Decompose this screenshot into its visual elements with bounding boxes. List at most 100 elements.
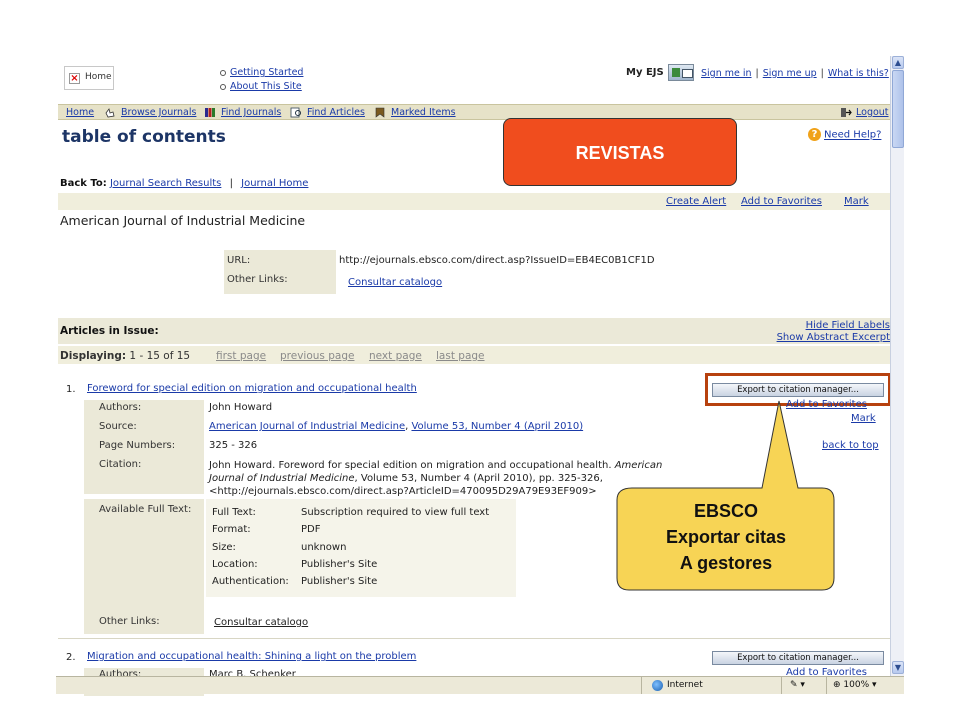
hand-icon — [105, 108, 115, 118]
consultar-catalogo-link[interactable]: Consultar catalogo — [348, 277, 442, 288]
paging-bar: Displaying: 1 - 15 of 15 first page prev… — [58, 346, 894, 364]
mark-article-link[interactable]: Mark — [851, 413, 876, 424]
nav-home[interactable]: Home — [66, 107, 94, 118]
close-icon: × — [69, 73, 80, 84]
location-value: Publisher's Site — [301, 559, 378, 570]
callout-line: Exportar citas — [665, 527, 787, 547]
nav-browse-journals[interactable]: Browse Journals — [121, 107, 196, 118]
hide-field-labels-link[interactable]: Hide Field Labels — [806, 320, 890, 331]
need-help-link[interactable]: ? Need Help? — [808, 128, 881, 141]
breadcrumb: Back To: Journal Search Results | Journa… — [60, 178, 309, 189]
bullet-icon — [220, 69, 226, 76]
article-title-link[interactable]: Foreword for special edition on migratio… — [87, 383, 417, 394]
what-is-this-link[interactable]: What is this? — [828, 68, 889, 79]
journal-search-results-link[interactable]: Journal Search Results — [110, 178, 221, 189]
last-page-link[interactable]: last page — [436, 350, 485, 362]
other-links-label: Other Links: — [227, 274, 288, 285]
security-icon[interactable]: ✎ ▾ — [790, 680, 805, 690]
url-label: URL: — [227, 255, 251, 266]
issue-url: http://ejournals.ebsco.com/direct.asp?Is… — [339, 255, 655, 266]
authors-value: John Howard — [209, 402, 273, 413]
nav-bar: Home Browse Journals Find Journals Find … — [58, 104, 894, 120]
source-issue-link[interactable]: Volume 53, Number 4 (April 2010) — [411, 421, 583, 432]
marked-items-icon — [375, 107, 385, 118]
authors-label: Authors: — [99, 402, 142, 413]
articles-heading: Articles in Issue: — [60, 325, 159, 337]
export-citation-button[interactable]: Export to citation manager... — [712, 651, 884, 665]
journal-name: American Journal of Industrial Medicine — [60, 213, 306, 228]
bullet-icon — [220, 83, 226, 90]
fulltext-label-column — [84, 499, 204, 634]
scroll-up-icon[interactable]: ▲ — [892, 56, 904, 69]
zone-label: Internet — [667, 680, 703, 690]
add-favorites-link[interactable]: Add to Favorites — [741, 196, 822, 207]
fulltext-label: Available Full Text: — [99, 504, 192, 515]
previous-page-link[interactable]: previous page — [280, 350, 354, 362]
add-to-favorites-link[interactable]: Add to Favorites — [786, 399, 867, 410]
format-value: PDF — [301, 524, 321, 535]
source-journal-link[interactable]: American Journal of Industrial Medicine — [209, 421, 405, 432]
nav-find-journals[interactable]: Find Journals — [221, 107, 281, 118]
source-label: Source: — [99, 421, 137, 432]
callout-line: A gestores — [679, 553, 773, 573]
fulltext-value: Subscription required to view full text — [301, 507, 490, 518]
ebsco-callout-text: EBSCO Exportar citas A gestores — [617, 498, 835, 576]
divider — [58, 638, 894, 639]
nav-marked-items[interactable]: Marked Items — [391, 107, 456, 118]
globe-icon — [652, 680, 663, 691]
article-title-link[interactable]: Migration and occupational health: Shini… — [87, 651, 416, 662]
journal-action-bar: Create Alert Add to Favorites Mark — [58, 193, 894, 210]
pages-label: Page Numbers: — [99, 440, 176, 451]
logout-icon — [841, 108, 852, 117]
nav-find-articles[interactable]: Find Articles — [307, 107, 365, 118]
pages-value: 325 - 326 — [209, 440, 258, 451]
show-abstract-link[interactable]: Show Abstract Excerpt — [777, 332, 890, 343]
page-title: table of contents — [62, 127, 226, 147]
sign-in-link[interactable]: Sign me in — [701, 68, 752, 79]
article-number: 2. — [66, 652, 76, 663]
scroll-down-icon[interactable]: ▼ — [892, 661, 904, 674]
back-to-top-link[interactable]: back to top — [822, 440, 879, 451]
size-value: unknown — [301, 542, 347, 553]
revistas-callout: REVISTAS — [503, 118, 737, 186]
size-key: Size: — [212, 542, 236, 553]
account-links: Sign me in | Sign me up | What is this? — [701, 68, 889, 79]
logout-link[interactable]: Logout — [856, 107, 889, 118]
find-articles-icon — [290, 107, 301, 118]
status-bar: Internet ✎ ▾ ⊕ 100% ▾ — [56, 676, 904, 694]
my-ejs-label: My EJS — [626, 67, 664, 78]
article-number: 1. — [66, 384, 76, 395]
displaying-count: Displaying: 1 - 15 of 15 — [60, 350, 191, 362]
callout-line: EBSCO — [693, 501, 758, 521]
other-links-label: Other Links: — [99, 616, 160, 627]
home-tab[interactable]: × Home — [64, 66, 114, 90]
create-alert-link[interactable]: Create Alert — [666, 196, 726, 207]
browser-viewport: × Home Getting Started About This Site M… — [56, 56, 904, 696]
books-icon — [205, 108, 215, 117]
my-ejs-icon[interactable] — [668, 64, 694, 81]
authentication-value: Publisher's Site — [301, 576, 378, 587]
location-key: Location: — [212, 559, 258, 570]
scroll-thumb[interactable] — [892, 70, 904, 148]
vertical-scrollbar[interactable]: ▲ ▼ — [890, 56, 904, 676]
fulltext-key: Full Text: — [212, 507, 256, 518]
about-site-link[interactable]: About This Site — [220, 81, 302, 92]
help-icon: ? — [808, 128, 821, 141]
format-key: Format: — [212, 524, 251, 535]
url-label-cell: URL: Other Links: — [224, 250, 336, 294]
getting-started-link[interactable]: Getting Started — [220, 67, 303, 78]
authentication-key: Authentication: — [212, 576, 289, 587]
home-tab-label: Home — [85, 72, 112, 82]
source-value: American Journal of Industrial Medicine,… — [209, 421, 584, 432]
citation-label: Citation: — [99, 459, 142, 470]
sign-up-link[interactable]: Sign me up — [763, 68, 817, 79]
articles-header: Articles in Issue: Hide Field Labels Sho… — [58, 318, 894, 344]
next-page-link[interactable]: next page — [369, 350, 422, 362]
citation-text: John Howard. Foreword for special editio… — [209, 460, 663, 497]
zoom-control[interactable]: ⊕ 100% ▾ — [833, 680, 877, 690]
zoom-level: 100% — [843, 680, 870, 690]
first-page-link[interactable]: first page — [216, 350, 266, 362]
mark-link[interactable]: Mark — [844, 196, 869, 207]
consultar-catalogo-link[interactable]: Consultar catalogo — [214, 617, 308, 628]
journal-home-link[interactable]: Journal Home — [241, 178, 308, 189]
